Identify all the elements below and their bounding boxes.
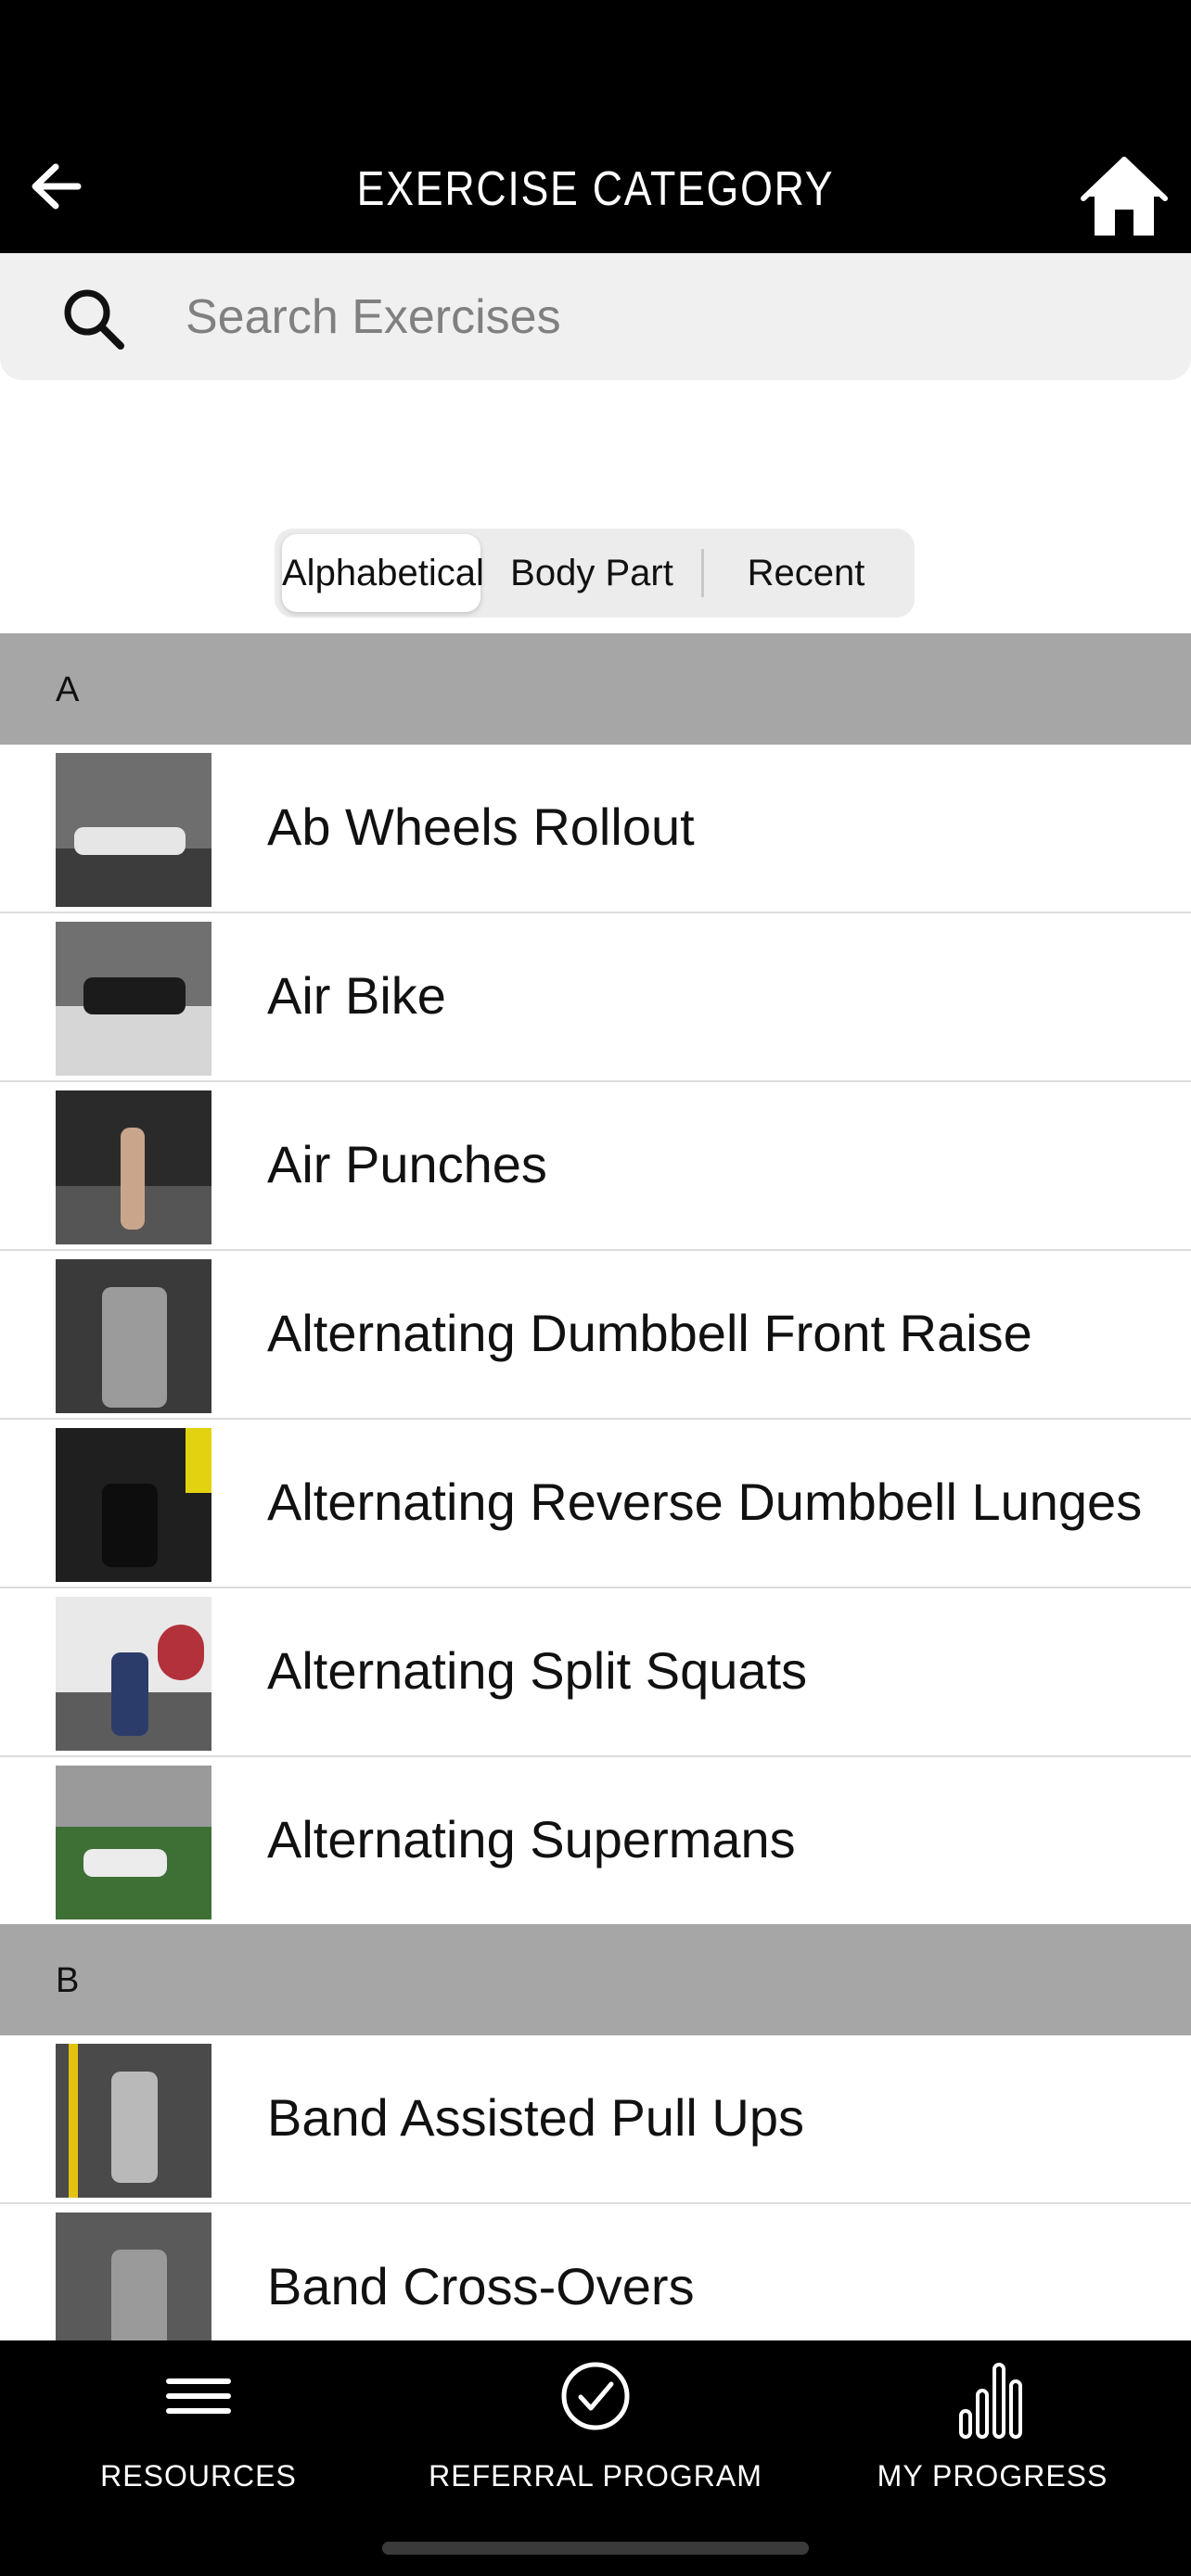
sort-segmented-control: Alphabetical Body Part Recent — [275, 529, 915, 618]
exercise-thumbnail — [56, 1428, 211, 1582]
tab-resources[interactable]: RESOURCES — [0, 2340, 397, 2526]
exercise-name: Alternating Split Squats — [267, 1641, 808, 1700]
section-header-b: B — [0, 1924, 1191, 2035]
tab-alphabetical[interactable]: Alphabetical — [282, 534, 484, 612]
exercise-list: A Ab Wheels Rollout Air Bike Air Punches… — [0, 633, 1191, 2371]
list-item[interactable]: Alternating Supermans — [0, 1757, 1191, 1924]
exercise-thumbnail — [56, 1597, 211, 1751]
tab-label: REFERRAL PROGRAM — [429, 2459, 762, 2493]
exercise-name: Alternating Supermans — [267, 1810, 796, 1868]
exercise-thumbnail — [56, 2044, 211, 2198]
tab-label: MY PROGRESS — [877, 2459, 1108, 2493]
back-arrow-icon — [32, 163, 82, 210]
exercise-name: Alternating Dumbbell Front Raise — [267, 1304, 1032, 1362]
exercise-name: Alternating Reverse Dumbbell Lunges — [267, 1473, 1143, 1531]
exercise-name: Band Assisted Pull Ups — [267, 2088, 804, 2147]
check-circle-icon — [561, 2362, 630, 2430]
nav-bar: EXERCISE CATEGORY — [0, 139, 1191, 254]
list-item[interactable]: Air Punches — [0, 1082, 1191, 1251]
tab-label: RESOURCES — [100, 2459, 297, 2493]
list-item[interactable]: Air Bike — [0, 913, 1191, 1082]
bottom-tab-bar: RESOURCES REFERRAL PROGRAM MY PROGRESS — [0, 2340, 1191, 2576]
exercise-thumbnail — [56, 1259, 211, 1413]
home-icon — [1081, 157, 1168, 236]
back-button[interactable] — [26, 156, 87, 217]
section-letter: A — [56, 670, 80, 709]
tab-my-progress[interactable]: MY PROGRESS — [794, 2340, 1191, 2526]
section-letter: B — [56, 1961, 80, 2000]
page-title: EXERCISE CATEGORY — [356, 162, 835, 216]
list-item[interactable]: Band Assisted Pull Ups — [0, 2035, 1191, 2204]
list-item[interactable]: Ab Wheels Rollout — [0, 745, 1191, 913]
exercise-name: Ab Wheels Rollout — [267, 797, 695, 856]
menu-lines-icon — [166, 2378, 231, 2414]
status-bar — [0, 0, 1191, 139]
search-input[interactable] — [186, 281, 1150, 353]
tab-referral-program[interactable]: REFERRAL PROGRAM — [397, 2340, 794, 2526]
search-icon — [64, 289, 124, 350]
search-bar[interactable] — [0, 253, 1191, 380]
exercise-thumbnail — [56, 1090, 211, 1244]
exercise-name: Air Bike — [267, 966, 446, 1025]
exercise-thumbnail — [56, 922, 211, 1076]
tab-recent[interactable]: Recent — [711, 534, 902, 612]
home-indicator — [382, 2542, 809, 2555]
exercise-thumbnail — [56, 753, 211, 907]
exercise-name: Air Punches — [267, 1135, 547, 1193]
section-header-a: A — [0, 633, 1191, 745]
tab-body-part[interactable]: Body Part — [490, 534, 694, 612]
segment-divider — [701, 549, 704, 597]
exercise-name: Band Cross-Overs — [267, 2257, 695, 2315]
list-item[interactable]: Alternating Split Squats — [0, 1588, 1191, 1757]
exercise-thumbnail — [56, 1766, 211, 1919]
list-item[interactable]: Alternating Dumbbell Front Raise — [0, 1251, 1191, 1420]
home-button[interactable] — [1080, 152, 1169, 241]
list-item[interactable]: Alternating Reverse Dumbbell Lunges — [0, 1420, 1191, 1588]
bar-chart-icon — [959, 2363, 1022, 2439]
